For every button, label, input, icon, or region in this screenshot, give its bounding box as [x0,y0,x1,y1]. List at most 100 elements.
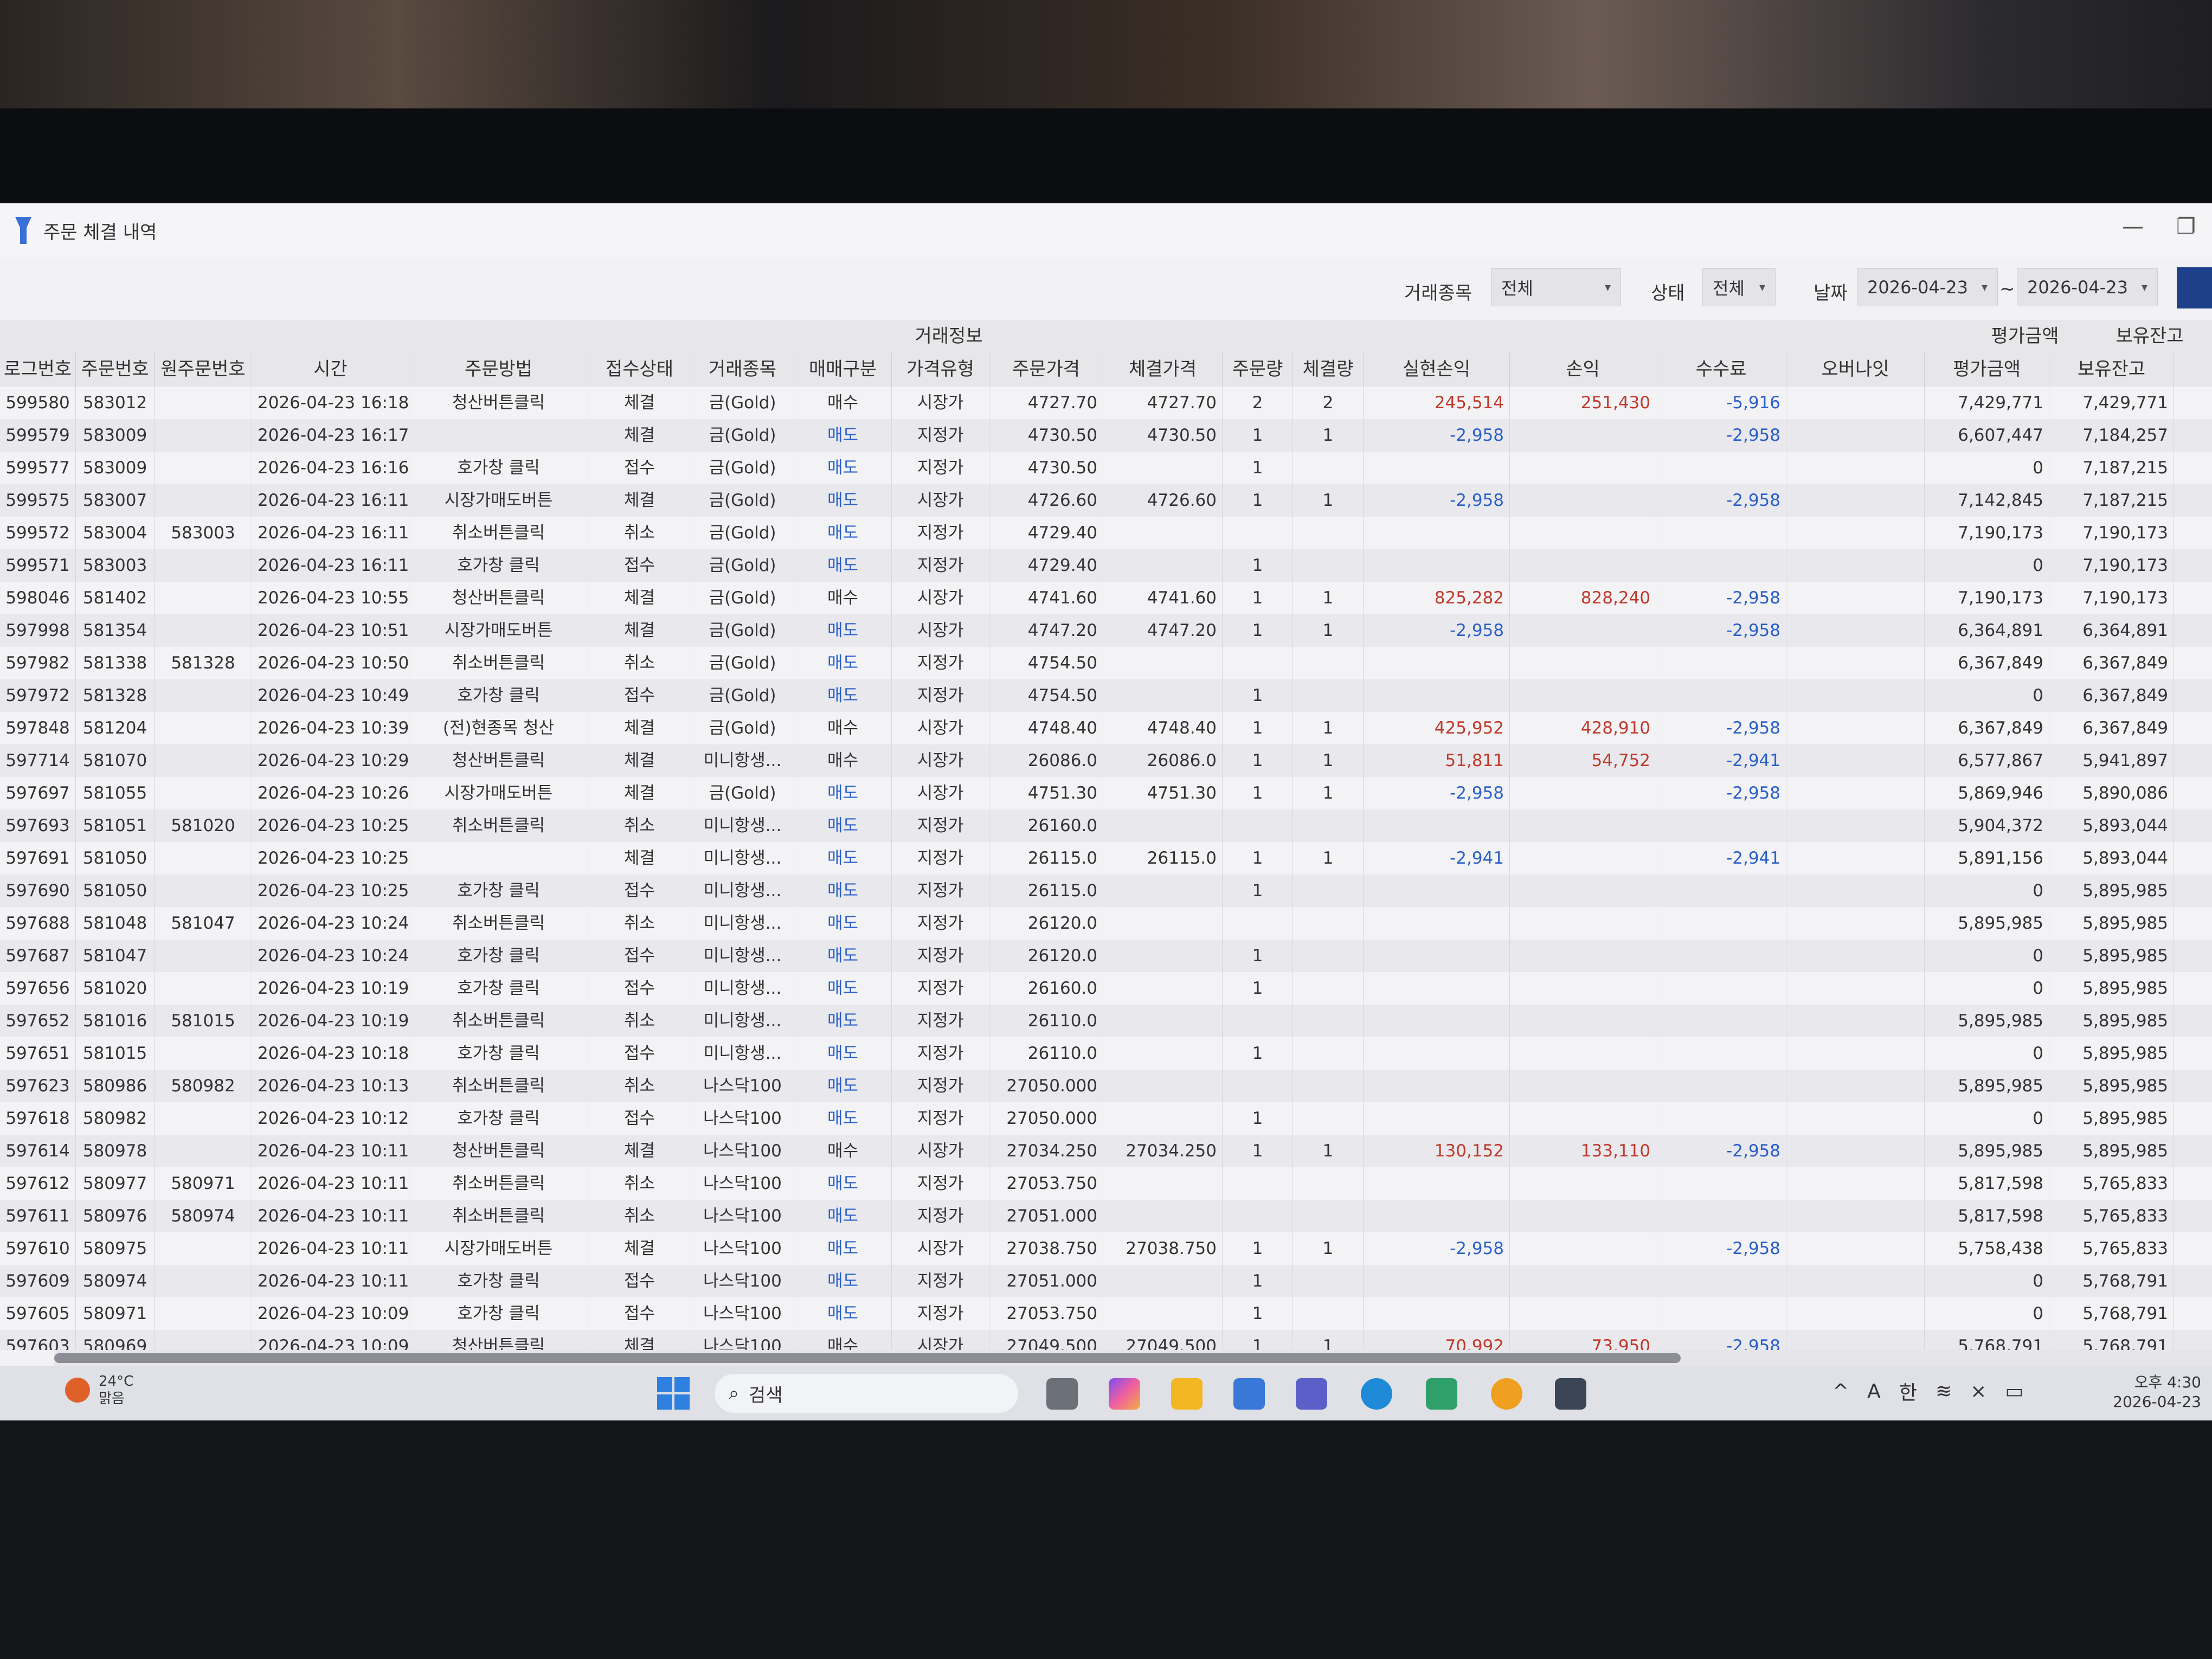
ime-mode-han[interactable]: 한 [1899,1377,1917,1405]
table-row[interactable]: 597603580969 2026-04-23 10:09:33청산버튼클릭체결나… [0,1330,2212,1350]
table-row[interactable]: 5976935810515810202026-04-23 10:25:57취소버… [0,809,2212,843]
column-header-order-price[interactable]: 주문가격 [989,352,1103,387]
cell-order-price: 27038.750 [989,1232,1103,1265]
table-row[interactable]: 599571583003 2026-04-23 16:11:38호가창 클릭접수금… [0,549,2212,582]
table-row[interactable]: 597618580982 2026-04-23 10:12:53호가창 클릭접수나… [0,1102,2212,1135]
cell-order-method: 청산버튼클릭 [409,1330,588,1350]
cell-time: 2026-04-23 10:11:04 [252,1265,409,1297]
table-row[interactable]: 5976885810485810472026-04-23 10:24:49취소버… [0,907,2212,940]
table-row[interactable]: 5979825813385813282026-04-23 10:50:13취소버… [0,647,2212,680]
column-header-order-no[interactable]: 주문번호 [76,352,155,387]
symbol-filter-select[interactable]: 전체 ▾ [1491,268,1621,306]
chevron-up-icon[interactable]: ^ [1832,1380,1849,1403]
table-row[interactable]: 597605580971 2026-04-23 10:09:59호가창 클릭접수나… [0,1297,2212,1330]
battery-icon[interactable]: ▭ [2005,1380,2023,1403]
taskbar-search[interactable]: ⌕ 검색 [715,1374,1018,1413]
column-header-symbol[interactable]: 거래종목 [691,352,794,387]
horizontal-scrollbar[interactable] [54,1350,2212,1366]
cell-price-type: 지정가 [892,907,989,940]
column-header-order-qty[interactable]: 주문량 [1223,352,1293,387]
weather-widget[interactable]: 24°C 맑음 [65,1373,133,1407]
table-row[interactable]: 597609580974 2026-04-23 10:11:04호가창 클릭접수나… [0,1265,2212,1298]
cell-order-no: 583009 [76,419,155,452]
cell-realized-pnl [1364,1200,1510,1232]
column-header-side[interactable]: 매매구분 [794,352,892,387]
table-row[interactable]: 597714581070 2026-04-23 10:29:21청산버튼클릭체결미… [0,744,2212,777]
table-row[interactable]: 597697581055 2026-04-23 10:26:45시장가매도버튼체결… [0,777,2212,810]
teams-icon[interactable] [1296,1378,1327,1410]
cell-balance: 5,893,044 [2049,842,2174,874]
cell-order-qty: 1 [1223,842,1293,874]
cell-order-method [409,419,588,452]
copilot-icon[interactable] [1109,1378,1140,1410]
column-header-eval-amount[interactable]: 평가금액 [1925,352,2049,387]
search-button[interactable] [2177,267,2212,308]
cell-fee: -2,958 [1656,1135,1786,1167]
table-row[interactable]: 599577583009 2026-04-23 16:16:11호가창 클릭접수금… [0,452,2212,485]
cell-time: 2026-04-23 10:24:45 [252,940,409,972]
cell-realized-pnl [1364,940,1510,972]
cell-eval-amount: 6,364,891 [1925,614,2049,647]
taskbar-clock[interactable]: 오후 4:30 2026-04-23 [2104,1373,2201,1412]
cell-realized-pnl: -2,958 [1364,1232,1510,1265]
scrollbar-thumb[interactable] [54,1353,1681,1363]
table-row[interactable]: 597651581015 2026-04-23 10:18:51호가창 클릭접수미… [0,1037,2212,1070]
table-row[interactable]: 597614580978 2026-04-23 10:11:35청산버튼클릭체결나… [0,1135,2212,1168]
table-row[interactable]: 597610580975 2026-04-23 10:11:09시장가매도버튼체결… [0,1232,2212,1265]
table-row[interactable]: 597848581204 2026-04-23 10:39:13(전)현종목 청산… [0,712,2212,745]
store-icon[interactable] [1233,1378,1265,1410]
table-row[interactable]: 597656581020 2026-04-23 10:19:56호가창 클릭접수미… [0,972,2212,1005]
date-to-picker[interactable]: 2026-04-23 ▾ [2017,268,2158,306]
column-header-fee[interactable]: 수수료 [1656,352,1786,387]
file-explorer-icon[interactable] [1171,1378,1203,1410]
column-header-fill-price[interactable]: 체결가격 [1103,352,1223,387]
table-row[interactable]: 599579583009 2026-04-23 16:17:27 체결금(Gold)… [0,419,2212,452]
cell-pnl: 428,910 [1510,712,1656,744]
table-row[interactable]: 597687581047 2026-04-23 10:24:45호가창 클릭접수미… [0,940,2212,973]
app-coin-icon[interactable] [1491,1378,1522,1410]
column-header-overnight[interactable]: 오버나잇 [1786,352,1925,387]
trading-app-icon[interactable] [1555,1378,1586,1410]
column-header-balance[interactable]: 보유잔고 [2049,352,2174,387]
date-from-picker[interactable]: 2026-04-23 ▾ [1857,268,1998,306]
app-bird-icon[interactable] [1426,1378,1457,1410]
task-view-icon[interactable] [1046,1378,1078,1410]
cell-pnl: 828,240 [1510,582,1656,614]
restore-icon[interactable]: ❐ [2176,214,2196,239]
start-button[interactable] [657,1377,690,1410]
ime-mode-a[interactable]: A [1867,1380,1881,1403]
column-header-log-no[interactable]: 로그번호 [0,352,76,387]
column-header-orig-order-no[interactable]: 원주문번호 [155,352,252,387]
table-row[interactable]: 5976235809865809822026-04-23 10:13:48취소버… [0,1070,2212,1103]
minimize-icon[interactable]: — [2122,214,2144,239]
cell-realized-pnl [1364,1167,1510,1200]
status-filter-select[interactable]: 전체 ▾ [1702,268,1776,306]
column-header-time[interactable]: 시간 [252,352,409,387]
table-row[interactable]: 597691581050 2026-04-23 10:25:18 체결미니항생...… [0,842,2212,875]
column-header-fill-qty[interactable]: 체결량 [1293,352,1364,387]
edge-icon[interactable] [1361,1378,1392,1410]
table-row[interactable]: 597972581328 2026-04-23 10:49:36호가창 클릭접수금… [0,679,2212,712]
column-header-pnl[interactable]: 손익 [1510,352,1656,387]
column-header-status[interactable]: 접수상태 [588,352,691,387]
cell-side: 매도 [794,484,892,517]
column-header-price-type[interactable]: 가격유형 [892,352,989,387]
table-row[interactable]: 5976125809775809712026-04-23 10:11:13취소버… [0,1167,2212,1200]
table-row[interactable]: 5995725830045830032026-04-23 16:11:43취소버… [0,517,2212,550]
column-header-realized-pnl[interactable]: 실현손익 [1364,352,1510,387]
wifi-icon[interactable]: ≋ [1935,1380,1952,1403]
cell-order-no: 581051 [76,809,155,842]
table-row[interactable]: 597690581050 2026-04-23 10:25:17호가창 클릭접수미… [0,874,2212,908]
cell-pnl: 73,950 [1510,1330,1656,1350]
table-row[interactable]: 598046581402 2026-04-23 10:55:16청산버튼클릭체결금… [0,582,2212,615]
cell-log-no: 597603 [0,1330,76,1350]
table-row[interactable]: 5976525810165810152026-04-23 10:19:01취소버… [0,1005,2212,1038]
cell-side: 매도 [794,1297,892,1330]
column-header-order-method[interactable]: 주문방법 [409,352,588,387]
table-row[interactable]: 5976115809765809742026-04-23 10:11:12취소버… [0,1200,2212,1233]
cell-order-no: 581070 [76,744,155,777]
table-row[interactable]: 599580583012 2026-04-23 16:18:27청산버튼클릭체결금… [0,387,2212,420]
volume-muted-icon[interactable]: × [1970,1380,1986,1403]
table-row[interactable]: 597998581354 2026-04-23 10:51:34시장가매도버튼체결… [0,614,2212,647]
table-row[interactable]: 599575583007 2026-04-23 16:11:47시장가매도버튼체결… [0,484,2212,517]
